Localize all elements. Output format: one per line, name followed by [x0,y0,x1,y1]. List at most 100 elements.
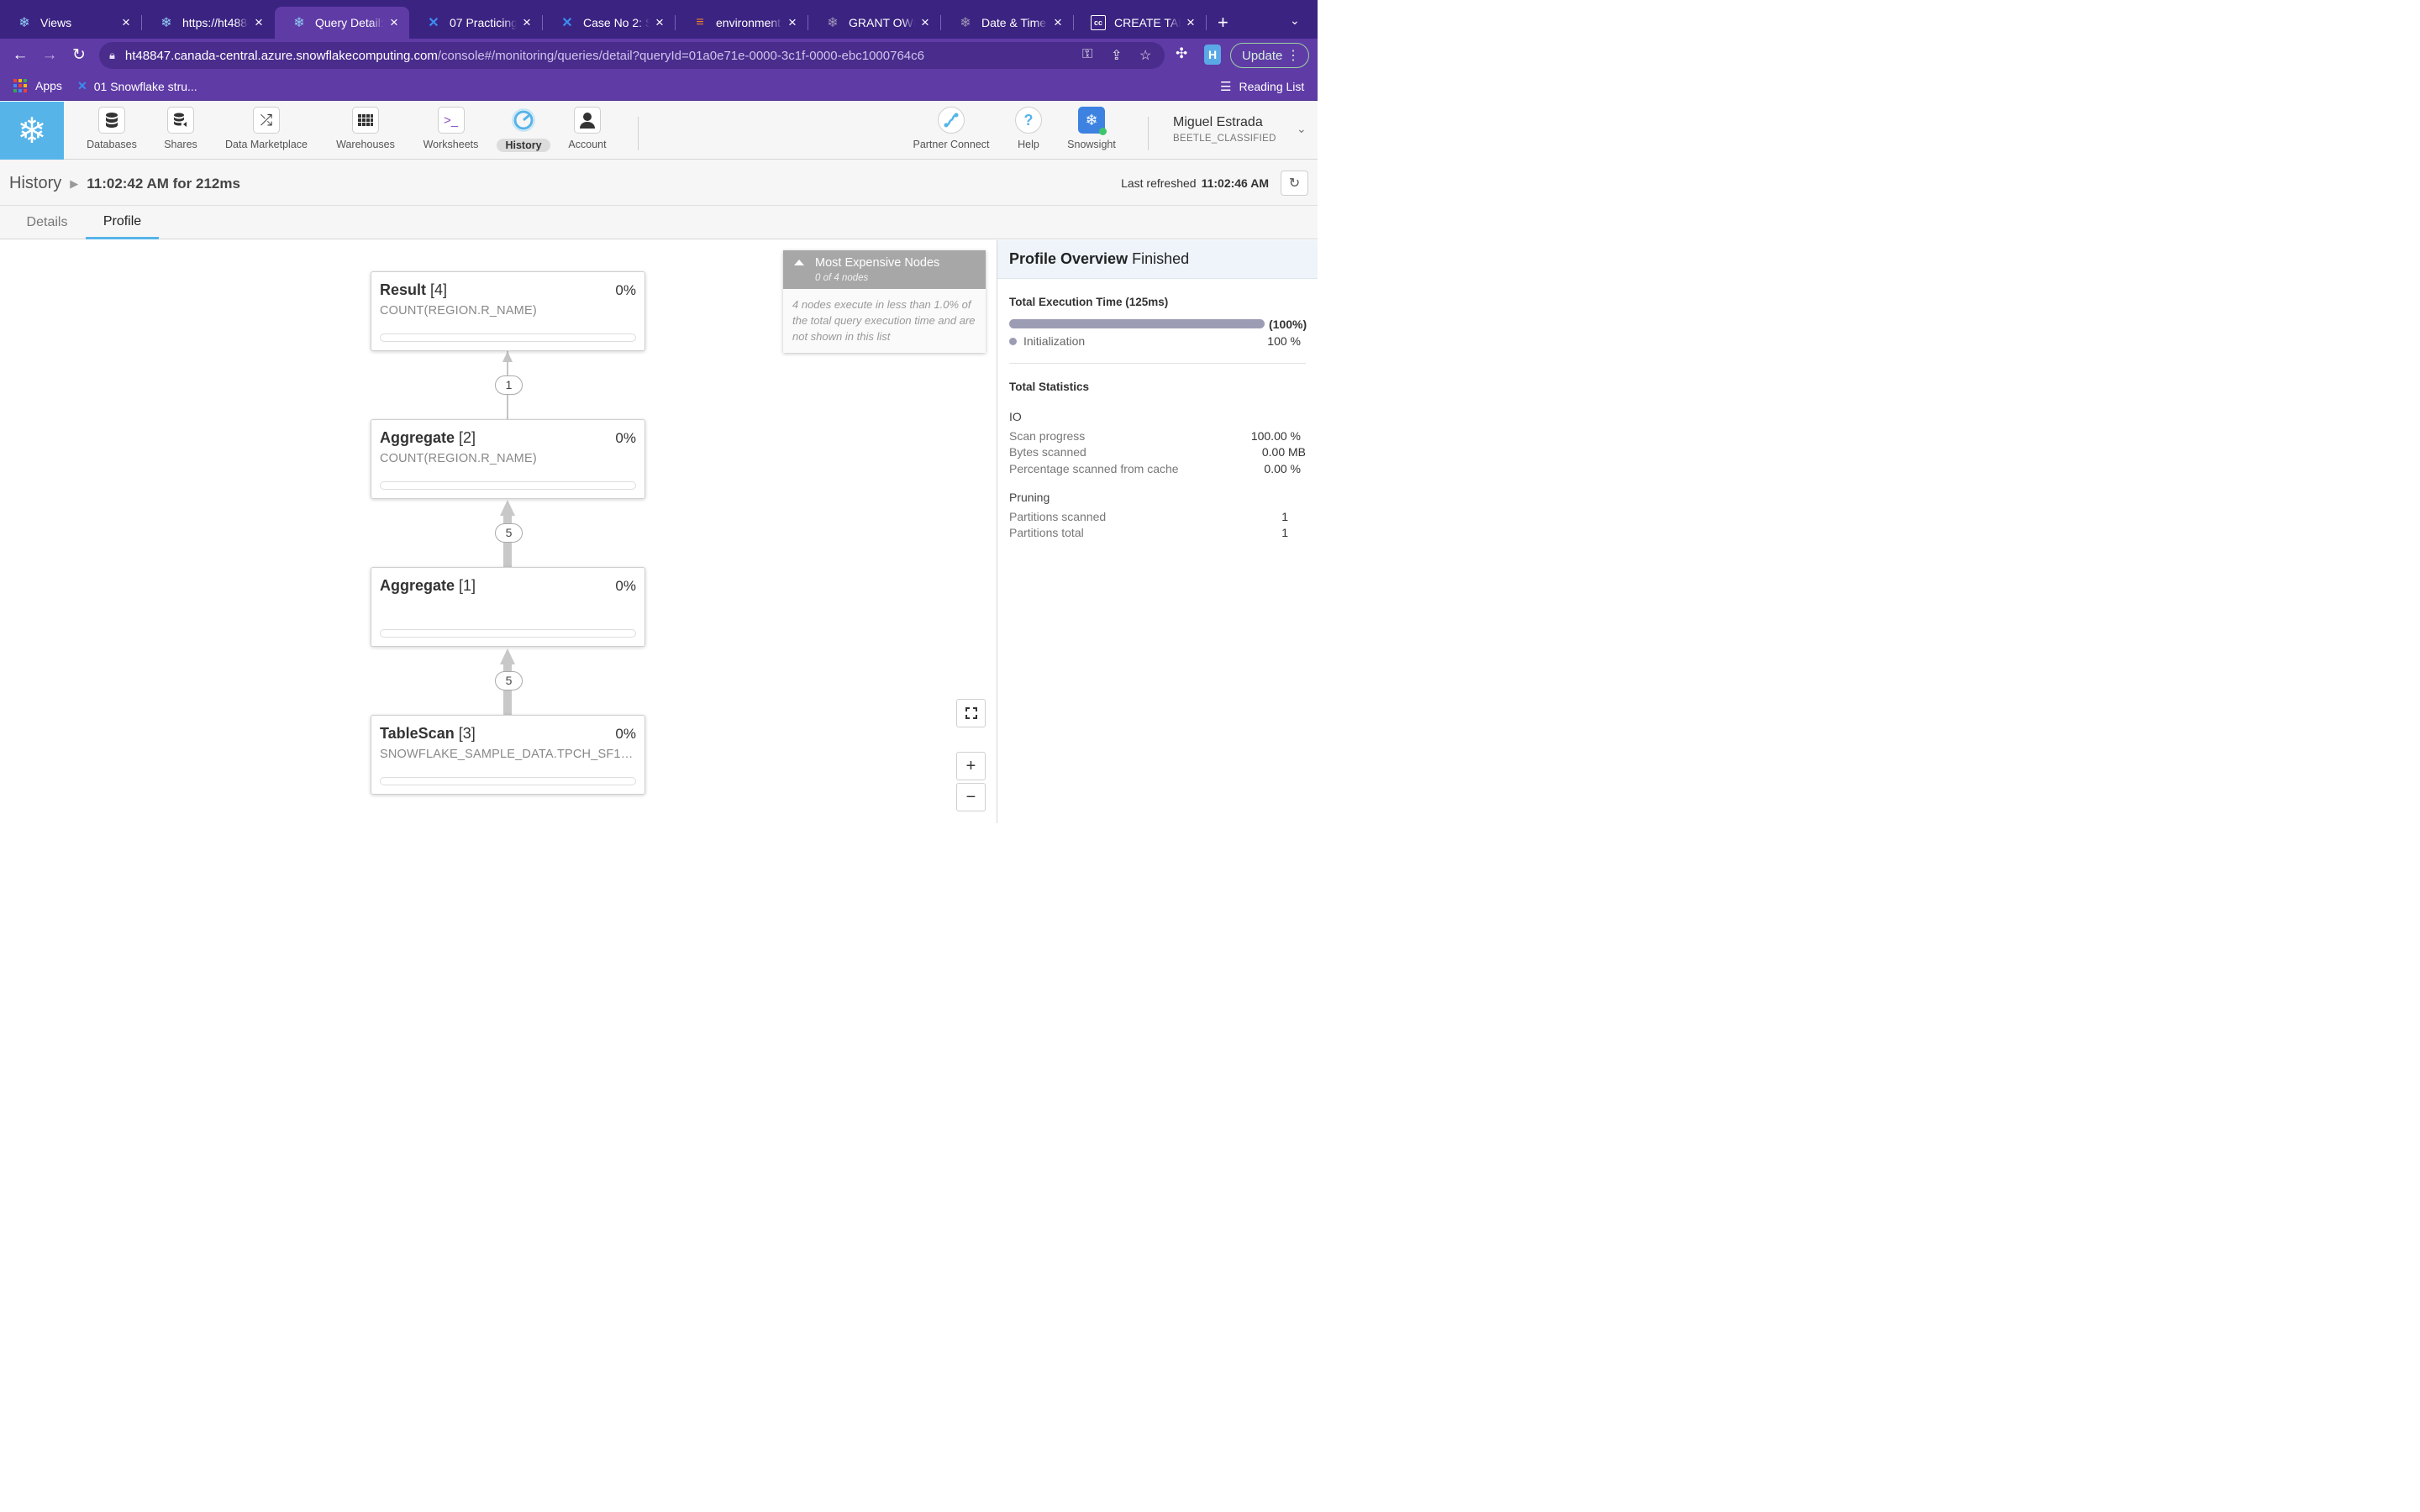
stat-label: Bytes scanned [1009,445,1086,459]
close-tab-icon[interactable]: × [119,14,133,31]
nav-history[interactable]: History [497,107,550,152]
most-expensive-body: 4 nodes execute in less than 1.0% of the… [792,298,976,343]
breadcrumb: History ▶ 11:02:42 AM for 212ms [9,174,240,193]
collapse-triangle-icon [794,260,804,265]
update-button[interactable]: Update ⋮ [1230,43,1309,68]
browser-toolbar: ← → ↻ 🔒︎ ht48847.canada-central.azure.sn… [0,39,1318,72]
browser-tab[interactable]: ≡ environment variables × [676,7,808,39]
tab-search-chevron-icon[interactable]: ⌄ [1290,13,1300,28]
browser-tab[interactable]: ❄ GRANT OWNERSHIP × [808,7,940,39]
most-expensive-title: Most Expensive Nodes [815,256,940,270]
nav-warehouses[interactable]: Warehouses [334,107,397,150]
operator-node[interactable]: TableScan [3] 0% SNOWFLAKE_SAMPLE_DATA.T… [371,715,645,795]
close-tab-icon[interactable]: × [1184,14,1197,31]
fit-to-screen-button[interactable] [956,699,986,727]
profile-badge-icon[interactable]: H [1204,45,1221,65]
close-tab-icon[interactable]: × [1051,14,1065,31]
legend-dot-icon [1009,337,1017,345]
nav-help[interactable]: ? Help [1012,107,1045,150]
nav-label: Help [1018,139,1039,150]
profile-graph-canvas[interactable]: 1 5 5 Result [4] 0% COUNT(REGION.R_NAME)… [0,240,997,823]
node-percent: 0% [615,430,636,446]
browser-tab[interactable]: ❄ https://ht48847.canada-central.azure.s… [142,7,274,39]
reading-list[interactable]: ☰ Reading List [1220,79,1304,94]
legend-value: 100 % [1267,334,1301,348]
nav-data-marketplace[interactable]: ⤮ Data Marketplace [221,107,312,150]
stat-group-heading: Pruning [1009,491,1050,504]
nav-label: Snowsight [1067,139,1116,150]
legend-label: Initialization [1023,334,1086,348]
tab-profile[interactable]: Profile [86,206,159,239]
total-execution-time-title: Total Execution Time (125ms) [1009,296,1169,308]
new-tab-icon[interactable]: + [1218,12,1228,34]
operator-node[interactable]: Result [4] 0% COUNT(REGION.R_NAME) [371,271,645,351]
confluence-icon: ✕ [561,16,573,30]
browser-tab[interactable]: cc CREATE TABLE × [1074,7,1206,39]
forward-arrow-icon[interactable]: → [39,45,60,66]
most-expensive-header[interactable]: Most Expensive Nodes 0 of 4 nodes [783,250,986,289]
nav-worksheets[interactable]: >_ Worksheets [420,107,481,150]
node-percent: 0% [615,282,636,298]
browser-tab[interactable]: ✕ 07 Practicing queries × [409,7,542,39]
breadcrumb-history[interactable]: History [9,174,61,193]
update-label: Update [1242,48,1283,63]
address-bar[interactable]: 🔒︎ ht48847.canada-central.azure.snowflak… [99,42,1165,69]
browser-tab[interactable]: ❄ Views × [0,7,141,39]
edge-row-count: 5 [495,671,523,690]
tab-details[interactable]: Details [17,206,77,239]
back-arrow-icon[interactable]: ← [10,45,30,66]
node-progress-bar [380,629,636,638]
close-tab-icon[interactable]: × [918,14,932,31]
stat-label: Partitions total [1009,526,1084,540]
close-tab-icon[interactable]: × [252,14,266,31]
browser-tab[interactable]: ✕ Case No 2: Study × [543,7,675,39]
nav-label: Warehouses [336,139,395,150]
stat-value: 1 [1281,509,1288,523]
bookmark-item[interactable]: ✕ 01 Snowflake stru... [77,79,197,93]
snowflake-top-nav: ❄ Databases Shares ⤮ Data Marketplace Wa… [0,102,1318,160]
share-icon[interactable]: ⇪ [1111,47,1122,64]
edge-row-count: 1 [495,375,523,395]
operator-node[interactable]: Aggregate [1] 0% [371,567,645,647]
nav-partner-connect[interactable]: Partner Connect [909,107,993,150]
nav-divider [638,117,639,150]
profile-overview-panel: Profile Overview Finished Total Executio… [997,240,1318,823]
extensions-puzzle-icon[interactable]: ✣ [1176,45,1187,62]
snowsight-icon: ❄ [1078,107,1107,135]
refresh-button[interactable]: ↻ [1281,171,1308,196]
nav-account[interactable]: Account [566,107,609,150]
tab-title: Case No 2: Study [583,16,650,29]
stackoverflow-icon: ≡ [696,15,704,29]
zoom-out-button[interactable]: − [956,783,986,811]
node-name: TableScan [380,725,455,742]
zoom-in-button[interactable]: + [956,752,986,780]
account-icon [574,107,601,134]
close-tab-icon[interactable]: × [520,14,534,31]
nav-snowsight[interactable]: ❄ Snowsight [1064,107,1119,150]
most-expensive-subtitle: 0 of 4 nodes [815,273,869,283]
tab-title: environment variables [716,16,782,29]
browser-tab[interactable]: ❄ Date & Time Functions × [941,7,1073,39]
snowflake-logo-icon[interactable]: ❄ [0,102,64,160]
bookmark-star-icon[interactable]: ☆ [1139,47,1151,64]
nav-databases[interactable]: Databases [85,107,139,150]
operator-node[interactable]: Aggregate [2] 0% COUNT(REGION.R_NAME) [371,419,645,499]
user-menu[interactable]: Miguel Estrada BEETLE_CLASSIFIED [1173,115,1276,144]
close-tab-icon[interactable]: × [653,14,666,31]
nav-label: Worksheets [423,139,479,150]
database-icon [98,107,125,134]
pruning-stats: Pruning Partitions scanned 1 Partitions t… [1009,491,1306,541]
reload-icon[interactable]: ↻ [69,45,89,66]
stat-value: 0.00 MB [1261,445,1306,459]
close-tab-icon[interactable]: × [387,14,401,31]
nav-shares[interactable]: Shares [161,107,200,150]
bookmark-apps[interactable]: Apps [13,79,62,92]
key-icon[interactable]: ⚿ [1082,47,1092,62]
chevron-down-icon[interactable]: ⌄ [1297,122,1307,136]
node-title: Aggregate [2] [380,429,636,447]
browser-tab-active[interactable]: ❄ Query Detail: 01a0e71e × [275,7,409,39]
last-refreshed: Last refreshed 11:02:46 AM [1121,176,1269,190]
stat-label: Percentage scanned from cache [1009,461,1179,475]
close-tab-icon[interactable]: × [786,14,799,31]
more-vert-icon[interactable]: ⋮ [1286,47,1300,64]
